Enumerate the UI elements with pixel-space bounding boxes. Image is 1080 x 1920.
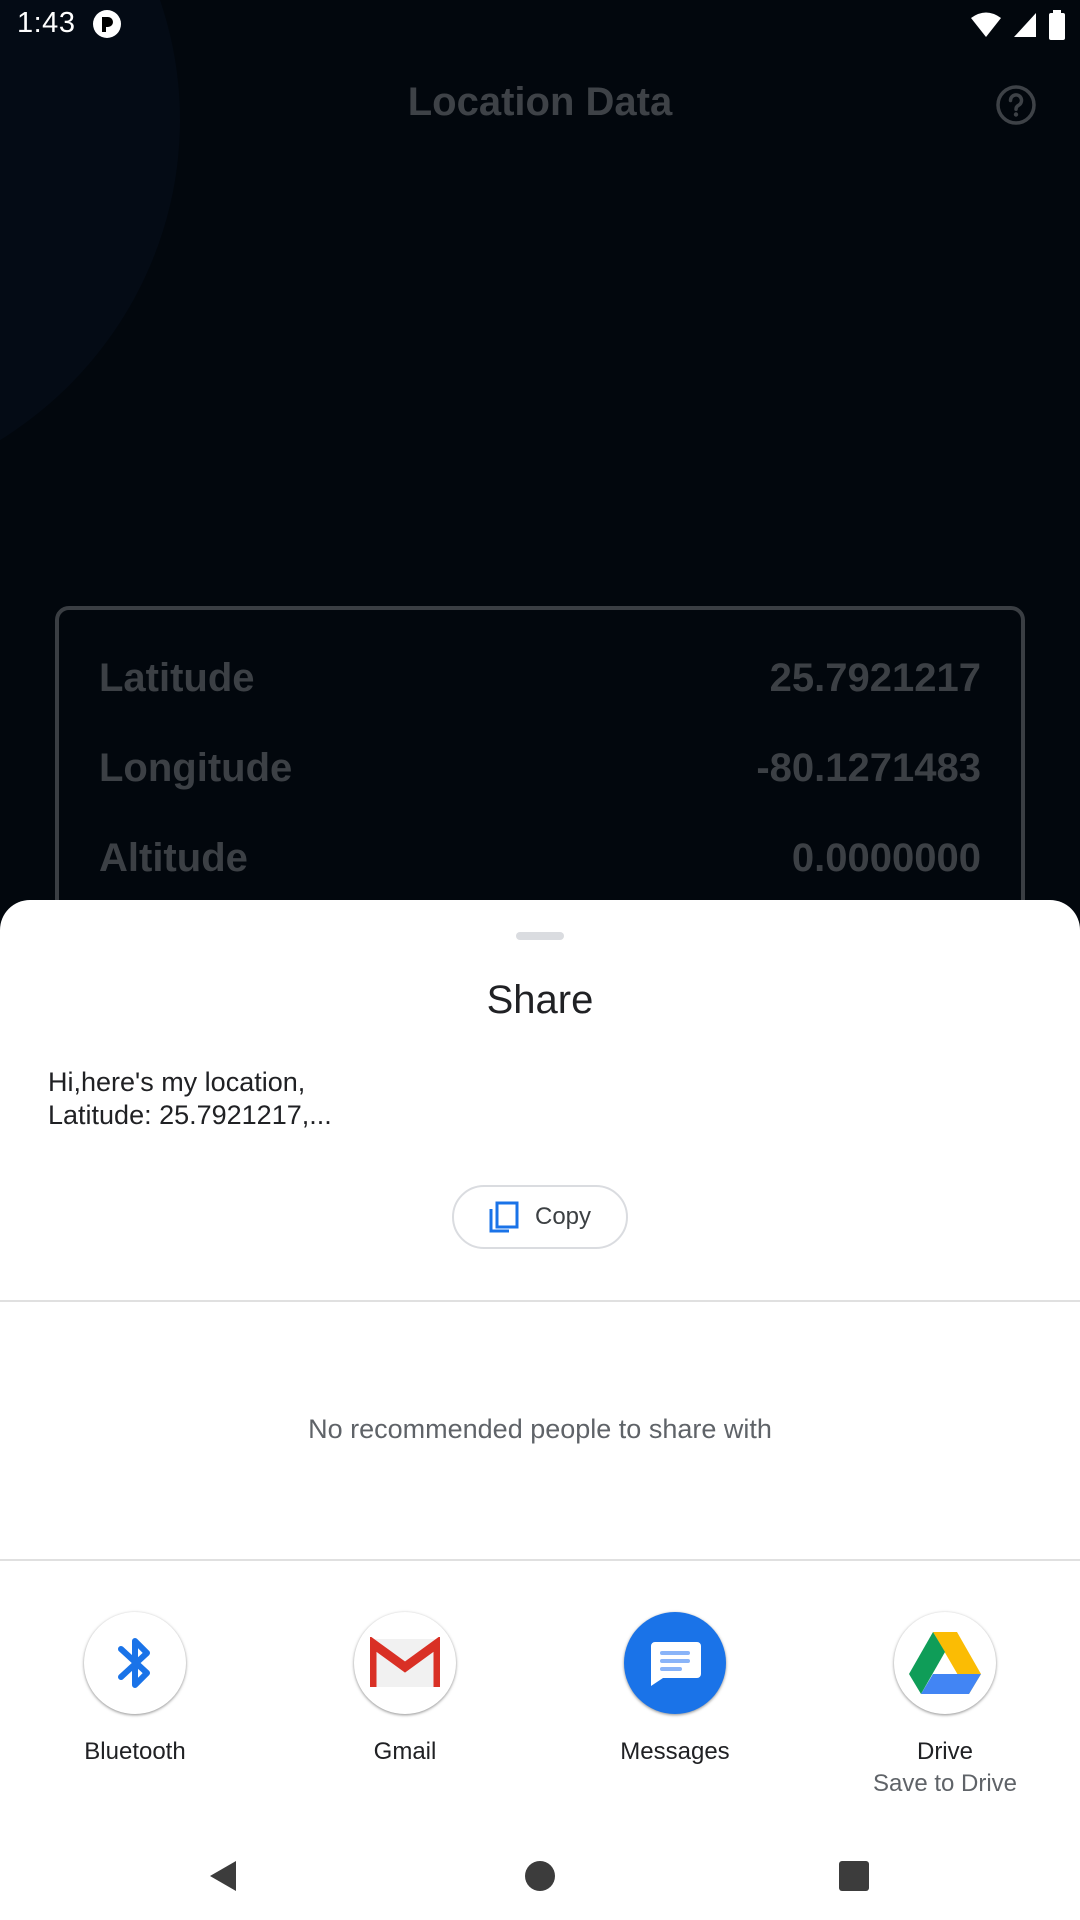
target-label: Messages <box>620 1738 730 1765</box>
share-targets: Bluetooth Gmail Messages Drive Save to D… <box>0 1612 1080 1812</box>
copy-button[interactable]: Copy <box>452 1185 628 1249</box>
navigation-bar <box>0 1830 1080 1920</box>
gmail-icon <box>354 1612 456 1714</box>
battery-icon <box>1049 10 1065 40</box>
share-sheet: Share Hi,here's my location, Latitude: 2… <box>0 900 1080 1920</box>
target-label: Drive <box>916 1738 973 1765</box>
status-bar: 1:43 <box>0 0 1080 48</box>
back-icon[interactable] <box>202 1856 242 1896</box>
recents-icon[interactable] <box>834 1856 874 1896</box>
share-text-preview: Hi,here's my location, Latitude: 25.7921… <box>48 1067 332 1130</box>
target-sublabel: Save to Drive <box>872 1770 1018 1797</box>
divider <box>0 1300 1080 1302</box>
drag-handle[interactable] <box>516 932 564 940</box>
target-label: Gmail <box>373 1738 437 1765</box>
home-icon[interactable] <box>520 1856 560 1896</box>
drive-icon <box>894 1612 996 1714</box>
status-time: 1:43 <box>17 7 76 39</box>
share-sheet-title: Share <box>486 978 594 1022</box>
divider <box>0 1559 1080 1561</box>
target-label: Bluetooth <box>84 1738 186 1765</box>
copy-icon <box>489 1201 519 1233</box>
bluetooth-icon <box>84 1612 186 1714</box>
signal-icon <box>1014 13 1036 37</box>
no-recommended-people-text: No recommended people to share with <box>308 1414 772 1444</box>
wifi-icon <box>971 12 1001 37</box>
copy-label: Copy <box>534 1203 592 1230</box>
messages-icon <box>624 1612 726 1714</box>
app-notification-icon <box>93 10 121 38</box>
status-icons <box>970 10 1066 40</box>
